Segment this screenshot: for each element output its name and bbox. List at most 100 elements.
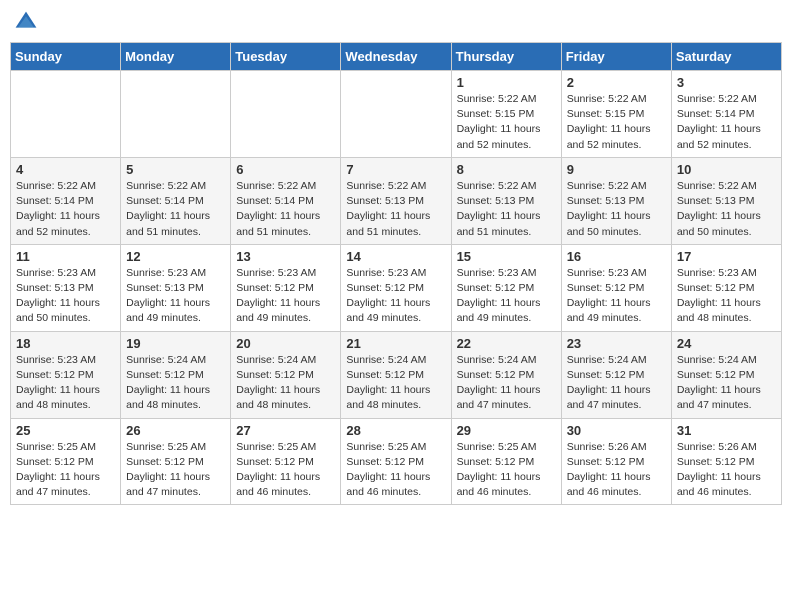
day-number: 30 <box>567 423 666 438</box>
day-number: 29 <box>457 423 556 438</box>
day-number: 20 <box>236 336 335 351</box>
calendar-cell: 1 Sunrise: 5:22 AM Sunset: 5:15 PM Daylig… <box>451 71 561 158</box>
week-row-5: 25 Sunrise: 5:25 AM Sunset: 5:12 PM Dayli… <box>11 418 782 505</box>
logo-icon <box>14 10 38 34</box>
calendar-cell <box>231 71 341 158</box>
header-sunday: Sunday <box>11 43 121 71</box>
day-info: Sunrise: 5:22 AM Sunset: 5:13 PM Dayligh… <box>677 179 776 240</box>
week-row-3: 11 Sunrise: 5:23 AM Sunset: 5:13 PM Dayli… <box>11 244 782 331</box>
day-number: 19 <box>126 336 225 351</box>
calendar-cell: 3 Sunrise: 5:22 AM Sunset: 5:14 PM Daylig… <box>671 71 781 158</box>
day-info: Sunrise: 5:24 AM Sunset: 5:12 PM Dayligh… <box>567 353 666 414</box>
day-number: 28 <box>346 423 445 438</box>
calendar-cell: 26Sunrise: 5:25 AM Sunset: 5:12 PM Dayli… <box>121 418 231 505</box>
header-thursday: Thursday <box>451 43 561 71</box>
day-info: Sunrise: 5:23 AM Sunset: 5:12 PM Dayligh… <box>567 266 666 327</box>
day-info: Sunrise: 5:26 AM Sunset: 5:12 PM Dayligh… <box>567 440 666 501</box>
day-info: Sunrise: 5:22 AM Sunset: 5:15 PM Dayligh… <box>457 92 556 153</box>
calendar-cell: 27 Sunrise: 5:25 AM Sunset: 5:12 PM Dayli… <box>231 418 341 505</box>
day-number: 21 <box>346 336 445 351</box>
day-info: Sunrise: 5:26 AM Sunset: 5:12 PM Dayligh… <box>677 440 776 501</box>
day-number: 22 <box>457 336 556 351</box>
day-info: Sunrise: 5:23 AM Sunset: 5:12 PM Dayligh… <box>16 353 115 414</box>
calendar-cell: 23 Sunrise: 5:24 AM Sunset: 5:12 PM Dayli… <box>561 331 671 418</box>
calendar-cell: 20Sunrise: 5:24 AM Sunset: 5:12 PM Dayli… <box>231 331 341 418</box>
day-number: 23 <box>567 336 666 351</box>
calendar-cell <box>11 71 121 158</box>
calendar-cell: 11 Sunrise: 5:23 AM Sunset: 5:13 PM Dayli… <box>11 244 121 331</box>
day-info: Sunrise: 5:22 AM Sunset: 5:13 PM Dayligh… <box>567 179 666 240</box>
header <box>10 10 782 34</box>
day-number: 16 <box>567 249 666 264</box>
day-info: Sunrise: 5:22 AM Sunset: 5:13 PM Dayligh… <box>457 179 556 240</box>
day-info: Sunrise: 5:23 AM Sunset: 5:12 PM Dayligh… <box>457 266 556 327</box>
calendar-cell: 4 Sunrise: 5:22 AM Sunset: 5:14 PM Daylig… <box>11 157 121 244</box>
day-info: Sunrise: 5:23 AM Sunset: 5:13 PM Dayligh… <box>16 266 115 327</box>
day-number: 17 <box>677 249 776 264</box>
day-number: 8 <box>457 162 556 177</box>
day-info: Sunrise: 5:25 AM Sunset: 5:12 PM Dayligh… <box>457 440 556 501</box>
day-info: Sunrise: 5:22 AM Sunset: 5:14 PM Dayligh… <box>236 179 335 240</box>
week-row-1: 1 Sunrise: 5:22 AM Sunset: 5:15 PM Daylig… <box>11 71 782 158</box>
day-info: Sunrise: 5:25 AM Sunset: 5:12 PM Dayligh… <box>16 440 115 501</box>
calendar-cell: 16 Sunrise: 5:23 AM Sunset: 5:12 PM Dayli… <box>561 244 671 331</box>
day-info: Sunrise: 5:24 AM Sunset: 5:12 PM Dayligh… <box>457 353 556 414</box>
day-info: Sunrise: 5:24 AM Sunset: 5:12 PM Dayligh… <box>346 353 445 414</box>
header-monday: Monday <box>121 43 231 71</box>
calendar-cell: 8 Sunrise: 5:22 AM Sunset: 5:13 PM Daylig… <box>451 157 561 244</box>
day-number: 13 <box>236 249 335 264</box>
day-number: 18 <box>16 336 115 351</box>
header-friday: Friday <box>561 43 671 71</box>
day-number: 15 <box>457 249 556 264</box>
calendar-cell: 17 Sunrise: 5:23 AM Sunset: 5:12 PM Dayli… <box>671 244 781 331</box>
day-info: Sunrise: 5:23 AM Sunset: 5:13 PM Dayligh… <box>126 266 225 327</box>
day-number: 11 <box>16 249 115 264</box>
day-number: 1 <box>457 75 556 90</box>
day-number: 25 <box>16 423 115 438</box>
calendar-cell: 30 Sunrise: 5:26 AM Sunset: 5:12 PM Dayli… <box>561 418 671 505</box>
calendar-cell: 12Sunrise: 5:23 AM Sunset: 5:13 PM Dayli… <box>121 244 231 331</box>
day-number: 4 <box>16 162 115 177</box>
calendar-cell <box>121 71 231 158</box>
calendar-cell: 15 Sunrise: 5:23 AM Sunset: 5:12 PM Dayli… <box>451 244 561 331</box>
calendar-cell: 2 Sunrise: 5:22 AM Sunset: 5:15 PM Daylig… <box>561 71 671 158</box>
calendar-cell: 19Sunrise: 5:24 AM Sunset: 5:12 PM Dayli… <box>121 331 231 418</box>
day-number: 6 <box>236 162 335 177</box>
day-number: 3 <box>677 75 776 90</box>
day-info: Sunrise: 5:23 AM Sunset: 5:12 PM Dayligh… <box>236 266 335 327</box>
day-number: 10 <box>677 162 776 177</box>
calendar: SundayMondayTuesdayWednesdayThursdayFrid… <box>10 42 782 505</box>
calendar-cell: 13 Sunrise: 5:23 AM Sunset: 5:12 PM Dayli… <box>231 244 341 331</box>
day-info: Sunrise: 5:24 AM Sunset: 5:12 PM Dayligh… <box>677 353 776 414</box>
day-number: 7 <box>346 162 445 177</box>
day-info: Sunrise: 5:23 AM Sunset: 5:12 PM Dayligh… <box>677 266 776 327</box>
logo <box>14 10 42 34</box>
day-number: 5 <box>126 162 225 177</box>
header-saturday: Saturday <box>671 43 781 71</box>
day-number: 31 <box>677 423 776 438</box>
day-info: Sunrise: 5:22 AM Sunset: 5:14 PM Dayligh… <box>677 92 776 153</box>
day-info: Sunrise: 5:22 AM Sunset: 5:15 PM Dayligh… <box>567 92 666 153</box>
header-tuesday: Tuesday <box>231 43 341 71</box>
calendar-cell: 7Sunrise: 5:22 AM Sunset: 5:13 PM Daylig… <box>341 157 451 244</box>
calendar-cell: 24Sunrise: 5:24 AM Sunset: 5:12 PM Dayli… <box>671 331 781 418</box>
week-row-2: 4 Sunrise: 5:22 AM Sunset: 5:14 PM Daylig… <box>11 157 782 244</box>
day-info: Sunrise: 5:25 AM Sunset: 5:12 PM Dayligh… <box>346 440 445 501</box>
header-wednesday: Wednesday <box>341 43 451 71</box>
calendar-cell: 31 Sunrise: 5:26 AM Sunset: 5:12 PM Dayli… <box>671 418 781 505</box>
day-info: Sunrise: 5:23 AM Sunset: 5:12 PM Dayligh… <box>346 266 445 327</box>
calendar-cell: 25 Sunrise: 5:25 AM Sunset: 5:12 PM Dayli… <box>11 418 121 505</box>
calendar-cell: 21 Sunrise: 5:24 AM Sunset: 5:12 PM Dayli… <box>341 331 451 418</box>
calendar-cell: 28 Sunrise: 5:25 AM Sunset: 5:12 PM Dayli… <box>341 418 451 505</box>
day-info: Sunrise: 5:25 AM Sunset: 5:12 PM Dayligh… <box>236 440 335 501</box>
day-info: Sunrise: 5:22 AM Sunset: 5:14 PM Dayligh… <box>16 179 115 240</box>
day-number: 27 <box>236 423 335 438</box>
day-number: 9 <box>567 162 666 177</box>
calendar-cell: 18 Sunrise: 5:23 AM Sunset: 5:12 PM Dayli… <box>11 331 121 418</box>
day-number: 2 <box>567 75 666 90</box>
calendar-header-row: SundayMondayTuesdayWednesdayThursdayFrid… <box>11 43 782 71</box>
calendar-cell: 9 Sunrise: 5:22 AM Sunset: 5:13 PM Daylig… <box>561 157 671 244</box>
calendar-cell <box>341 71 451 158</box>
calendar-cell: 29 Sunrise: 5:25 AM Sunset: 5:12 PM Dayli… <box>451 418 561 505</box>
calendar-cell: 6 Sunrise: 5:22 AM Sunset: 5:14 PM Daylig… <box>231 157 341 244</box>
